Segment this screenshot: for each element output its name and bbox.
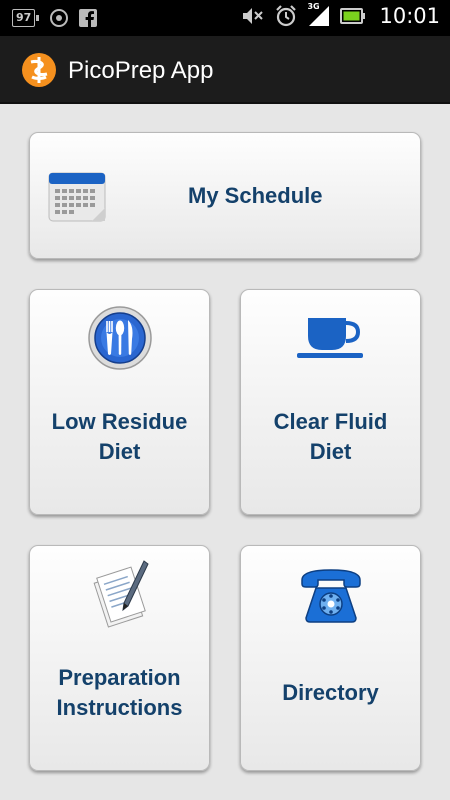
status-bar-notifications: 97	[12, 8, 98, 28]
status-bar-system: 3G 10:01	[241, 2, 440, 28]
signal-indicator: 3G	[307, 2, 331, 28]
document-pen-icon	[93, 560, 149, 628]
calendar-icon	[48, 172, 106, 222]
preparation-line1: Preparation	[58, 665, 181, 690]
my-schedule-label: My Schedule	[188, 183, 323, 208]
preparation-line2: Instructions	[56, 695, 183, 720]
signal-icon	[309, 6, 330, 26]
status-bar: 97 3G 10:01	[0, 0, 450, 36]
low-residue-diet-button[interactable]: Low Residue Diet	[29, 289, 210, 515]
my-schedule-button[interactable]: My Schedule	[29, 132, 421, 259]
power-icon	[50, 9, 69, 27]
cup-icon	[296, 318, 363, 358]
directory-button[interactable]: Directory	[240, 545, 421, 771]
clear-fluid-diet-button[interactable]: Clear Fluid Diet	[240, 289, 421, 515]
clear-fluid-line2: Diet	[309, 439, 352, 464]
low-residue-line2: Diet	[98, 439, 141, 464]
low-residue-line1: Low Residue	[51, 409, 188, 434]
battery-icon	[340, 8, 366, 24]
mute-icon	[243, 8, 264, 24]
app-logo-icon[interactable]	[21, 52, 57, 88]
clock: 10:01	[379, 4, 440, 28]
directory-label: Directory	[282, 680, 379, 705]
clear-fluid-line1: Clear Fluid	[273, 409, 388, 434]
action-bar: PicoPrep App	[0, 36, 450, 104]
telephone-icon	[300, 569, 361, 623]
app-title: PicoPrep App	[68, 57, 214, 84]
facebook-icon	[79, 9, 98, 27]
cutlery-icon	[87, 306, 152, 370]
preparation-instructions-button[interactable]: Preparation Instructions	[29, 545, 210, 771]
battery-notification-badge: 97	[12, 9, 40, 27]
alarm-icon	[276, 5, 297, 27]
